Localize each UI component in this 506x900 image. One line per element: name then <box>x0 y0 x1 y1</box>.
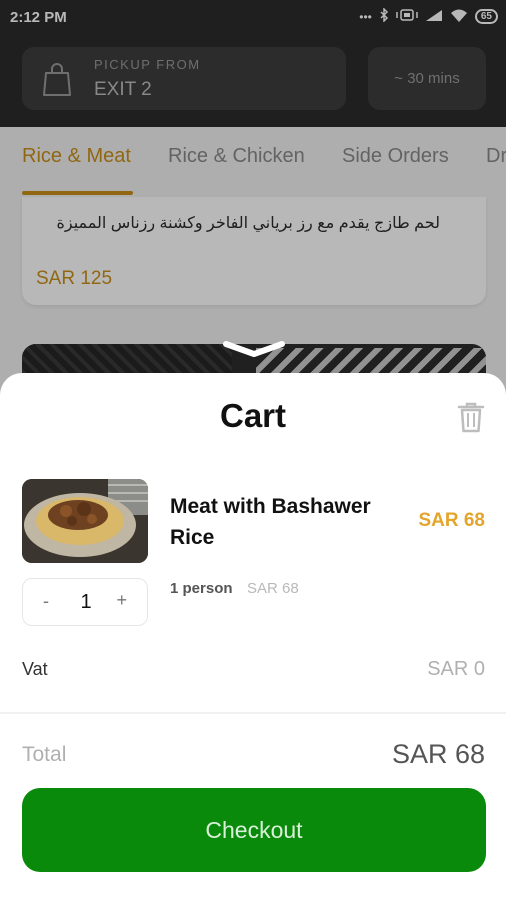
trash-icon[interactable] <box>457 401 485 438</box>
increase-quantity-button[interactable]: + <box>116 590 127 611</box>
divider <box>0 712 506 714</box>
cart-item-price: SAR 68 <box>418 510 485 531</box>
total-label: Total <box>22 743 67 766</box>
vat-label: Vat <box>22 659 48 679</box>
quantity-stepper: 1 - + <box>22 578 148 626</box>
chevron-down-icon[interactable] <box>222 338 286 365</box>
cart-item-image <box>22 479 148 563</box>
cart-sheet: Cart Meat with Bashawer Rice SAR 68 1 - … <box>0 373 506 900</box>
item-variant-price: SAR 68 <box>247 580 299 597</box>
vat-value: SAR 0 <box>427 658 485 680</box>
checkout-button[interactable]: Checkout <box>22 788 486 872</box>
quantity-value: 1 <box>80 591 92 613</box>
total-value: SAR 68 <box>391 739 485 769</box>
cart-item-name: Meat with Bashawer Rice <box>170 495 371 549</box>
item-variant-label: 1 person <box>170 580 233 597</box>
decrease-quantity-button[interactable]: - <box>43 591 49 612</box>
cart-title: Cart <box>219 397 287 434</box>
